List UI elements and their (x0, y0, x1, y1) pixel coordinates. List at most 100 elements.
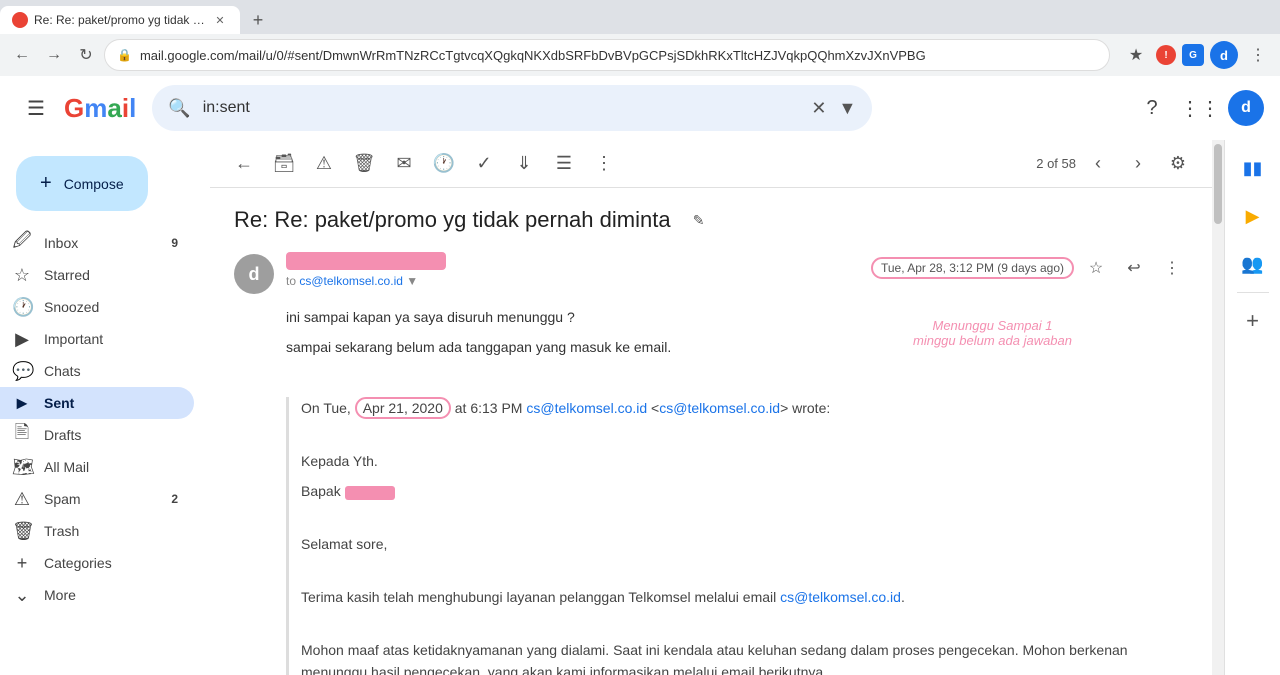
sent-icon: ► (12, 393, 32, 414)
name-redacted-highlight (345, 486, 395, 500)
search-filter-button[interactable]: ▼ (838, 98, 856, 119)
reload-button[interactable]: ↻ (72, 41, 100, 69)
quoted-para1: Terima kasih telah menghubungi layanan p… (301, 586, 1188, 608)
user-avatar[interactable]: d (1228, 90, 1264, 126)
menu-button[interactable]: ☰ (16, 88, 56, 128)
email-meta: to cs@telkomsel.co.id ▼ (286, 252, 871, 288)
label-button[interactable]: ☰ (546, 146, 582, 182)
extension-blue-icon: G (1182, 44, 1204, 66)
sidebar-item-more[interactable]: ⌄ More (0, 579, 194, 611)
quoted-email-link1[interactable]: cs@telkomsel.co.id (526, 400, 647, 416)
report-spam-button[interactable]: ⚠ (306, 146, 342, 182)
gmail-logo: Gmail (64, 93, 136, 124)
sidebar-item-trash[interactable]: 🗑 Trash (0, 515, 194, 547)
quoted-email-link2[interactable]: cs@telkomsel.co.id (659, 400, 780, 416)
sidebar-item-inbox[interactable]: 🖉 Inbox 9 (0, 227, 194, 259)
sidebar-label-inbox: Inbox (44, 235, 159, 251)
move-to-button[interactable]: ⇓ (506, 146, 542, 182)
sidebar-label-sent: Sent (44, 395, 178, 411)
star-email-button[interactable]: ☆ (1080, 252, 1112, 284)
right-panel-divider (1237, 292, 1269, 293)
active-tab[interactable]: Re: Re: paket/promo yg tidak per... ✕ (0, 6, 240, 34)
quoted-kepada: Kepada Yth. (301, 450, 1188, 472)
forward-button[interactable]: → (40, 41, 68, 69)
sidebar-badge-inbox: 9 (171, 236, 178, 250)
url-bar[interactable]: 🔒 mail.google.com/mail/u/0/#sent/DmwnWrR… (104, 39, 1110, 71)
incognito-profile[interactable]: d (1210, 41, 1238, 69)
sidebar-item-starred[interactable]: ☆ Starred (0, 259, 194, 291)
dropdown-arrow[interactable]: ▼ (406, 274, 418, 288)
sidebar-badge-spam: 2 (171, 492, 178, 506)
sidebar-item-all-mail[interactable]: 🗺 All Mail (0, 451, 194, 483)
inbox-icon: 🖉 (12, 228, 32, 258)
lock-icon: 🔒 (117, 48, 132, 62)
back-button[interactable]: ← (8, 41, 36, 69)
mark-unread-button[interactable]: ✉ (386, 146, 422, 182)
categories-icon: + (12, 553, 32, 574)
email-area: ← 🗃 ⚠ 🗑 ✉ 🕐 ✓ ⇓ ☰ ⋮ 2 of 58 ‹ › ⚙ (210, 140, 1212, 675)
back-to-list-button[interactable]: ← (226, 146, 262, 182)
search-bar[interactable]: 🔍 ✕ ▼ (152, 85, 872, 131)
scrollbar-track[interactable] (1212, 140, 1224, 675)
more-email-actions-button[interactable]: ⋮ (1156, 252, 1188, 284)
extension-red-icon: ! (1156, 45, 1176, 65)
email-toolbar: ← 🗃 ⚠ 🗑 ✉ 🕐 ✓ ⇓ ☰ ⋮ 2 of 58 ‹ › ⚙ (210, 140, 1212, 188)
trash-icon: 🗑 (12, 521, 32, 542)
email-subject: Re: Re: paket/promo yg tidak pernah dimi… (234, 204, 1188, 236)
tab-close-button[interactable]: ✕ (212, 12, 228, 28)
prev-email-button[interactable]: ‹ (1080, 146, 1116, 182)
reply-button[interactable]: ↩ (1118, 252, 1150, 284)
pagination-text: 2 of 58 (1036, 156, 1076, 171)
allmail-icon: 🗺 (12, 457, 32, 478)
sidebar-item-spam[interactable]: ⚠ Spam 2 (0, 483, 194, 515)
sidebar-label-trash: Trash (44, 523, 178, 539)
search-clear-button[interactable]: ✕ (811, 98, 826, 119)
next-email-button[interactable]: › (1120, 146, 1156, 182)
email-to: to cs@telkomsel.co.id ▼ (286, 274, 871, 288)
sidebar-label-starred: Starred (44, 267, 178, 283)
to-email-link[interactable]: cs@telkomsel.co.id (299, 274, 403, 288)
apps-button[interactable]: ⋮⋮ (1180, 88, 1220, 128)
sidebar-label-drafts: Drafts (44, 427, 178, 443)
spam-icon: ⚠ (12, 489, 32, 510)
email-content: Re: Re: paket/promo yg tidak pernah dimi… (210, 188, 1212, 675)
sidebar-item-snoozed[interactable]: 🕐 Snoozed (0, 291, 194, 323)
sidebar-label-categories: Categories (44, 555, 178, 571)
more-actions-button[interactable]: ⋮ (586, 146, 622, 182)
archive-button[interactable]: 🗃 (266, 146, 302, 182)
email-header: d to cs@telkomsel.co.id ▼ Tue, Apr 28, 3… (234, 252, 1188, 294)
sidebar-item-categories[interactable]: + Categories (0, 547, 194, 579)
sidebar-item-sent[interactable]: ► Sent (0, 387, 194, 419)
done-button[interactable]: ✓ (466, 146, 502, 182)
search-input[interactable] (203, 99, 800, 117)
sidebar-item-important[interactable]: ▶ Important (0, 323, 194, 355)
scrollbar-thumb[interactable] (1214, 144, 1222, 224)
delete-button[interactable]: 🗑 (346, 146, 382, 182)
browser-menu-button[interactable]: ⋮ (1244, 41, 1272, 69)
settings-button[interactable]: ⚙ (1160, 146, 1196, 182)
snooze-button[interactable]: 🕐 (426, 146, 462, 182)
search-icon: 🔍 (168, 98, 190, 119)
contacts-icon[interactable]: 👥 (1233, 244, 1273, 284)
body-line2: sampai sekarang belum ada tanggapan yang… (286, 336, 1188, 358)
edit-subject-button[interactable]: ✎ (683, 204, 715, 236)
sidebar-item-chats[interactable]: 💬 Chats (0, 355, 194, 387)
tab-favicon (12, 12, 28, 28)
new-tab-button[interactable]: + (244, 6, 272, 34)
profile-avatar: d (1210, 41, 1238, 69)
help-button[interactable]: ? (1132, 88, 1172, 128)
compose-button[interactable]: + Compose (16, 156, 148, 211)
tab-title: Re: Re: paket/promo yg tidak per... (34, 13, 206, 27)
sidebar-label-all-mail: All Mail (44, 459, 178, 475)
sidebar-label-important: Important (44, 331, 178, 347)
quoted-para1-link[interactable]: cs@telkomsel.co.id (780, 589, 901, 605)
quoted-date-circled: Apr 21, 2020 (355, 397, 451, 419)
tasks-icon[interactable]: ▶ (1233, 196, 1273, 236)
label-icon: ▶ (12, 329, 32, 350)
bookmark-button[interactable]: ★ (1122, 41, 1150, 69)
sidebar-label-snoozed: Snoozed (44, 299, 178, 315)
meet-icon[interactable]: ▮▮ (1233, 148, 1273, 188)
add-panel-button[interactable]: + (1233, 301, 1273, 341)
sidebar-item-drafts[interactable]: 🖹 Drafts (0, 419, 194, 451)
gmail-header: ☰ Gmail 🔍 ✕ ▼ ? ⋮⋮ d (0, 76, 1280, 140)
